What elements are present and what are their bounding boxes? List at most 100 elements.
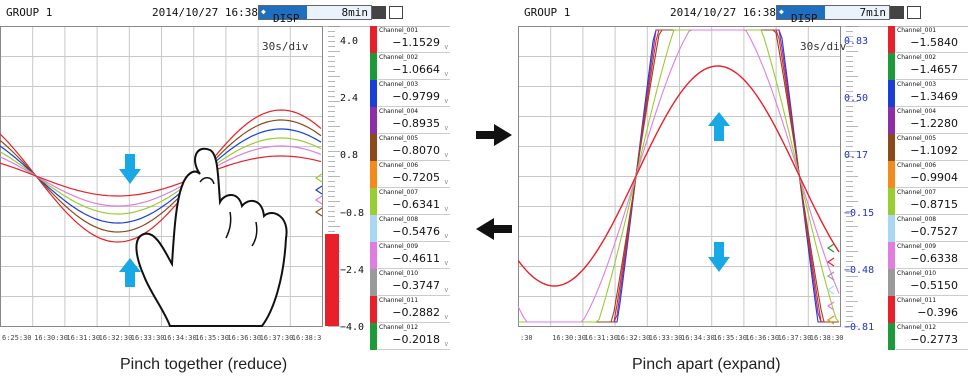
channel-row[interactable]: Channel_006 −0.7205 V: [370, 161, 450, 188]
disp-time: 7min: [859, 6, 887, 19]
channel-name: Channel_006: [379, 162, 419, 169]
scale-label: 2.4: [340, 93, 359, 105]
channel-row[interactable]: Channel_002 −1.4657: [888, 53, 968, 80]
channel-color-bar: [888, 161, 895, 188]
channel-value: −0.2773: [910, 333, 958, 346]
group-name[interactable]: GROUP 1: [6, 6, 52, 19]
scale-ruler: [846, 26, 858, 327]
disp-mode-indicator[interactable]: ◆ DISP 8min: [258, 5, 372, 25]
channel-unit: V: [444, 72, 448, 78]
channel-value: −0.4611: [392, 252, 440, 265]
time-tick-label: 16:34:30: [163, 334, 197, 342]
channel-row[interactable]: Channel_003 −0.9799 V: [370, 80, 450, 107]
channel-color-bar: [888, 53, 895, 80]
channel-color-bar: [370, 161, 377, 188]
trend-chart-svg[interactable]: 6:25:30 16:30:3016:31:3016:32:3016:33:301…: [0, 26, 370, 350]
layout-icon[interactable]: [389, 6, 403, 19]
channel-row[interactable]: Channel_004 −0.8935 V: [370, 107, 450, 134]
scale-label: 0.17: [844, 150, 869, 162]
channel-name: Channel_010: [379, 270, 419, 277]
channel-row[interactable]: Channel_006 −0.9904: [888, 161, 968, 188]
layout-icon[interactable]: [907, 6, 921, 19]
time-tick-label: 16:33:30: [131, 334, 165, 342]
channel-row[interactable]: Channel_007 −0.6341 V: [370, 188, 450, 215]
time-tick-label: 16:30:30: [552, 334, 586, 342]
channel-value: −0.7205: [392, 171, 440, 184]
time-tick-label: 16:36:30: [227, 334, 261, 342]
caption-pinch-together: Pinch together (reduce): [120, 356, 288, 373]
channel-row[interactable]: Channel_008 −0.5476 V: [370, 215, 450, 242]
channel-value: −0.2882: [392, 306, 440, 319]
channel-color-bar: [370, 269, 377, 296]
channel-color-bar: [370, 80, 377, 107]
trend-chart[interactable]: 6:25:30 16:30:30 16:31:30 16:32:30 16:33:30 1…: [0, 26, 370, 350]
channel-row[interactable]: Channel_010 −0.3747 V: [370, 269, 450, 296]
time-tick-label: 6:25:30: [2, 334, 32, 342]
trend-chart-svg[interactable]: :30 16:30:3016:31:3016:32:3016:33:3016:34…: [518, 26, 888, 350]
channel-row[interactable]: Channel_012 −0.2773: [888, 323, 968, 350]
channel-color-bar: [370, 26, 377, 53]
channel-unit: V: [444, 261, 448, 267]
disp-mode-indicator[interactable]: ◆ DISP 7min: [776, 5, 890, 25]
trend-end-marker: [826, 243, 835, 253]
channel-row[interactable]: Channel_003 −1.3469: [888, 80, 968, 107]
channel-row[interactable]: Channel_009 −0.4611 V: [370, 242, 450, 269]
trend-chart[interactable]: :30 16:30:30 16:31:30 16:32:30 16:33:30 16:34…: [518, 26, 888, 350]
channel-unit: V: [444, 180, 448, 186]
channel-row[interactable]: Channel_004 −1.2280: [888, 107, 968, 134]
channel-row[interactable]: Channel_010 −0.5150: [888, 269, 968, 296]
channel-value: −0.6341: [392, 198, 440, 211]
scale-label: −0.15: [844, 207, 875, 219]
channel-row[interactable]: Channel_001 −1.5840: [888, 26, 968, 53]
channel-name: Channel_004: [897, 108, 937, 115]
channel-color-bar: [370, 53, 377, 80]
channel-color-bar: [888, 215, 895, 242]
channel-value: −1.0664: [392, 63, 440, 76]
memory-icon[interactable]: [372, 6, 386, 19]
channel-row[interactable]: Channel_011 −0.396: [888, 296, 968, 323]
channel-value: −0.8715: [910, 198, 958, 211]
memory-icon[interactable]: [890, 6, 904, 19]
level-bar: [325, 234, 339, 326]
status-header: GROUP 1 2014/10/27 16:38:56 ◆ DISP 7min: [518, 0, 968, 27]
channel-name: Channel_009: [379, 243, 419, 250]
channel-row[interactable]: Channel_002 −1.0664 V: [370, 53, 450, 80]
channel-value-list: Channel_001 −1.1529 V Channel_002 −1.0664 V Ch…: [370, 26, 450, 350]
channel-row[interactable]: Channel_007 −0.8715: [888, 188, 968, 215]
channel-unit: V: [444, 288, 448, 294]
disp-time: 8min: [341, 6, 369, 19]
channel-color-bar: [370, 296, 377, 323]
channel-row[interactable]: Channel_012 −0.2018 V: [370, 323, 450, 350]
status-header: GROUP 1 2014/10/27 16:38:35 ◆ DISP 8min: [0, 0, 450, 27]
channel-name: Channel_003: [897, 81, 937, 88]
channel-color-bar: [370, 242, 377, 269]
channel-row[interactable]: Channel_001 −1.1529 V: [370, 26, 450, 53]
channel-value: −0.9799: [392, 90, 440, 103]
group-name[interactable]: GROUP 1: [524, 6, 570, 19]
pinch-hand-icon: [135, 147, 288, 327]
channel-row[interactable]: Channel_008 −0.7527: [888, 215, 968, 242]
channel-value: −0.9904: [910, 171, 958, 184]
channel-value: −1.5840: [910, 36, 958, 49]
time-tick-label: 16:32:30: [617, 334, 651, 342]
channel-row[interactable]: Channel_009 −0.6338: [888, 242, 968, 269]
channel-value: −1.3469: [910, 90, 958, 103]
channel-row[interactable]: Channel_005 −1.1092: [888, 134, 968, 161]
display-mode-icon: ◆: [779, 7, 784, 16]
channel-name: Channel_006: [897, 162, 937, 169]
arrow-down-icon: [119, 154, 141, 184]
channel-row[interactable]: Channel_005 −0.8070 V: [370, 134, 450, 161]
time-tick-label: 16:32:30: [99, 334, 133, 342]
trend-end-marker: [314, 207, 323, 217]
time-tick-label: 16:37:30: [778, 334, 812, 342]
channel-name: Channel_001: [379, 27, 419, 34]
channel-name: Channel_009: [897, 243, 937, 250]
channel-unit: V: [444, 315, 448, 321]
channel-name: Channel_011: [897, 297, 937, 304]
channel-name: Channel_005: [379, 135, 419, 142]
channel-row[interactable]: Channel_011 −0.2882 V: [370, 296, 450, 323]
time-tick-label: 16:38:30: [810, 334, 844, 342]
channel-value: −1.1529: [392, 36, 440, 49]
time-axis: 6:25:30 16:30:3016:31:3016:32:3016:33:301…: [2, 334, 321, 342]
scale-label: −0.8: [340, 207, 365, 219]
